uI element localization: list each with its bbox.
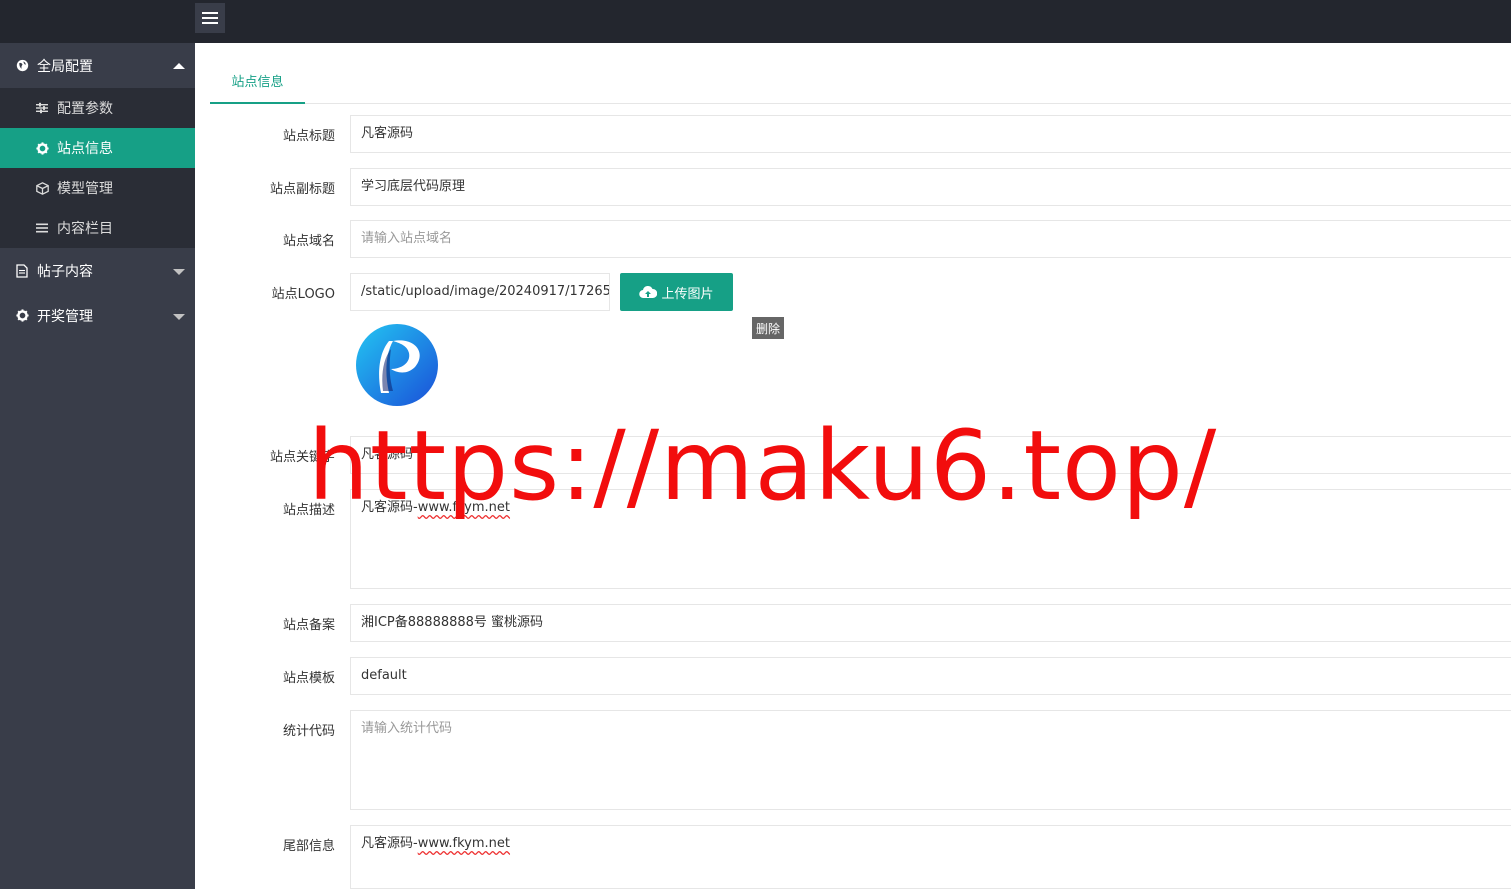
- top-bar: [0, 0, 1511, 43]
- sidebar-item-label: 模型管理: [57, 181, 113, 197]
- footer-text: 凡客源码-: [361, 836, 418, 851]
- list-icon: [35, 221, 49, 235]
- tab-bar: 站点信息: [210, 63, 1511, 104]
- main-content: 站点信息 站点标题 凡客源码 站点副标题 学习底层代码原理 站点域名 请输入站点…: [195, 43, 1511, 889]
- sidebar-item-site-info[interactable]: 站点信息: [0, 128, 195, 168]
- field-label: 站点备案: [282, 618, 335, 633]
- sidebar-group-post-content[interactable]: 帖子内容: [0, 248, 195, 293]
- sidebar-subnav: 配置参数 站点信息 模型管理 内容栏目: [0, 88, 195, 248]
- globe-icon: [15, 59, 29, 73]
- delete-image-button[interactable]: 删除: [752, 317, 784, 339]
- sidebar-item-content-columns[interactable]: 内容栏目: [0, 208, 195, 248]
- sidebar-item-label: 内容栏目: [57, 221, 113, 237]
- site-description-textarea[interactable]: 凡客源码-www.fkym.net: [350, 489, 1511, 589]
- sidebar-group-label: 帖子内容: [37, 263, 93, 280]
- field-label: 站点描述: [282, 503, 335, 518]
- caret-down-icon: [173, 313, 185, 320]
- site-title-input[interactable]: 凡客源码: [350, 115, 1511, 153]
- sidebar-group-global-config[interactable]: 全局配置: [0, 43, 195, 88]
- sliders-icon: [35, 101, 49, 115]
- field-label: 站点标题: [282, 129, 335, 144]
- field-label: 站点关键字: [269, 450, 335, 465]
- caret-down-icon: [173, 268, 185, 275]
- stats-code-textarea[interactable]: 请输入统计代码: [350, 710, 1511, 810]
- sidebar: 全局配置 配置参数 站点信息 模型管理 内容栏目 帖子内容 开奖管理: [0, 43, 195, 889]
- site-keywords-input[interactable]: 凡客源码: [350, 436, 1511, 474]
- field-label: 站点副标题: [269, 182, 335, 197]
- description-link-text: www.fkym.net: [417, 500, 511, 515]
- sidebar-group-label: 全局配置: [37, 58, 93, 75]
- gear-icon: [35, 141, 49, 155]
- sidebar-item-config-params[interactable]: 配置参数: [0, 88, 195, 128]
- logo-preview-image: [355, 323, 439, 407]
- footer-info-textarea[interactable]: 凡客源码-www.fkym.net: [350, 825, 1511, 889]
- footer-link-text: www.fkym.net: [417, 836, 511, 851]
- tab-site-info[interactable]: 站点信息: [210, 63, 305, 104]
- sidebar-item-label: 站点信息: [57, 141, 113, 157]
- site-subtitle-input[interactable]: 学习底层代码原理: [350, 168, 1511, 206]
- gear-icon: [15, 309, 29, 323]
- field-label: 站点域名: [282, 234, 335, 249]
- cube-icon: [35, 181, 49, 195]
- document-icon: [15, 263, 29, 278]
- site-icp-input[interactable]: 湘ICP备88888888号 蜜桃源码: [350, 604, 1511, 642]
- sidebar-item-label: 配置参数: [57, 101, 113, 117]
- upload-image-button[interactable]: 上传图片: [620, 273, 733, 311]
- sidebar-group-label: 开奖管理: [37, 308, 93, 325]
- caret-up-icon: [173, 62, 185, 69]
- site-logo-input[interactable]: /static/upload/image/20240917/1726584: [350, 273, 610, 311]
- field-label: 站点LOGO: [271, 287, 335, 302]
- cloud-upload-icon: [639, 285, 658, 299]
- field-label: 尾部信息: [282, 839, 335, 854]
- sidebar-group-lottery-management[interactable]: 开奖管理: [0, 293, 195, 338]
- site-template-input[interactable]: default: [350, 657, 1511, 695]
- site-domain-input[interactable]: 请输入站点域名: [350, 220, 1511, 258]
- sidebar-item-model-management[interactable]: 模型管理: [0, 168, 195, 208]
- field-label: 站点模板: [282, 671, 335, 686]
- hamburger-icon[interactable]: [195, 3, 225, 33]
- upload-image-label: 上传图片: [661, 286, 714, 302]
- field-label: 统计代码: [282, 724, 335, 739]
- description-text: 凡客源码-: [361, 500, 418, 515]
